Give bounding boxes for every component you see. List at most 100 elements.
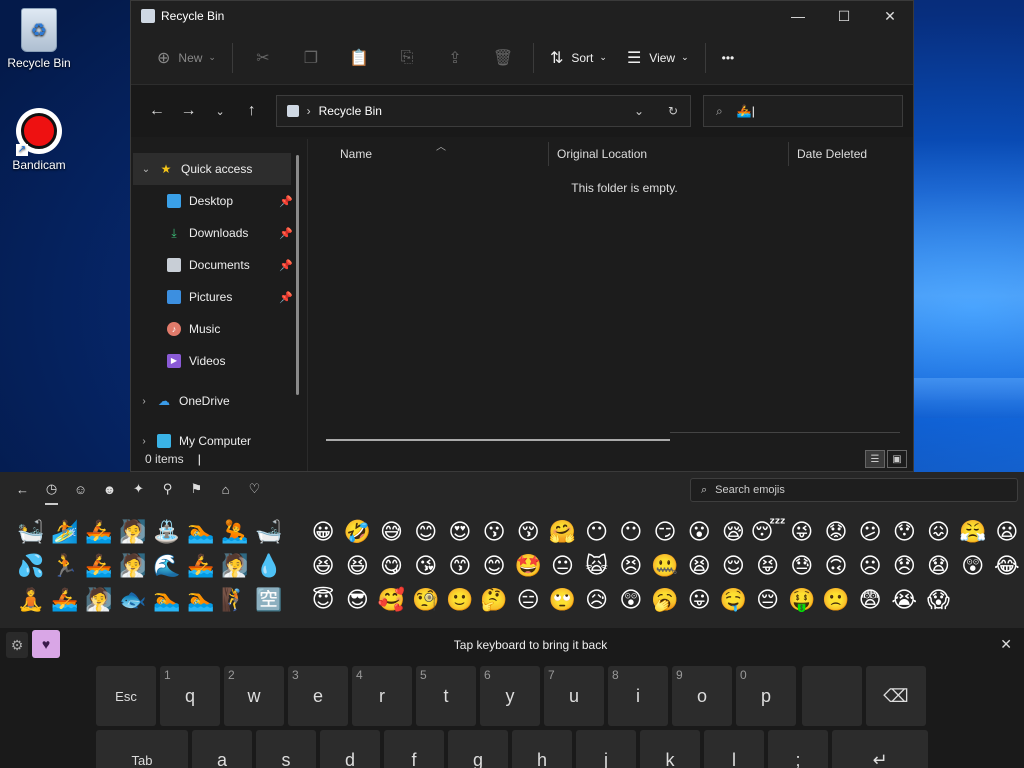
key-f[interactable]: f bbox=[384, 730, 444, 768]
emoji-item[interactable]: 😆 bbox=[306, 550, 340, 584]
emoji-item[interactable]: 😟 bbox=[819, 516, 853, 550]
emoji-item[interactable]: 😥 bbox=[580, 584, 614, 618]
emoji-item[interactable]: 😞 bbox=[887, 550, 921, 584]
emoji-item[interactable]: 😶 bbox=[580, 516, 614, 550]
emoji-item[interactable]: 😧 bbox=[921, 550, 955, 584]
emoji-item[interactable]: 🥱 bbox=[648, 584, 682, 618]
emoji-item[interactable]: 🙃 bbox=[819, 550, 853, 584]
search-input[interactable]: ⌕ 🚣 | bbox=[703, 95, 903, 127]
emoji-item[interactable]: 😫 bbox=[682, 550, 716, 584]
title-bar[interactable]: Recycle Bin — ☐ ✕ bbox=[131, 1, 913, 31]
key-o[interactable]: 9o bbox=[672, 666, 732, 726]
emoji-item[interactable]: 🈳 bbox=[252, 584, 286, 618]
emoji-item[interactable]: 😛 bbox=[682, 584, 716, 618]
emoji-item[interactable]: 😤 bbox=[956, 516, 990, 550]
view-button[interactable]: ☰ View ⌄ bbox=[617, 42, 699, 74]
emoji-item[interactable]: 😙 bbox=[443, 550, 477, 584]
key-h[interactable]: h bbox=[512, 730, 572, 768]
share-button[interactable]: ⇪ bbox=[431, 42, 479, 74]
key-semicolon[interactable]: ; bbox=[768, 730, 828, 768]
emoji-item[interactable]: 😊 bbox=[477, 550, 511, 584]
key-u[interactable]: 7u bbox=[544, 666, 604, 726]
emoji-item[interactable]: 😝 bbox=[750, 550, 784, 584]
back-button[interactable]: ← bbox=[141, 102, 173, 120]
rename-button[interactable]: ⎘ bbox=[383, 42, 431, 74]
breadcrumb-recycle-bin[interactable]: Recycle Bin bbox=[319, 104, 382, 118]
key-g[interactable]: g bbox=[448, 730, 508, 768]
horizontal-scrollbar[interactable] bbox=[326, 439, 670, 441]
paste-button[interactable]: 📋 bbox=[335, 42, 383, 74]
key-enter[interactable]: ↵ bbox=[832, 730, 928, 768]
nav-item-pictures[interactable]: Pictures 📌 bbox=[131, 281, 307, 313]
nav-item-desktop[interactable]: Desktop 📌 bbox=[131, 185, 307, 217]
emoji-item[interactable]: 🙂 bbox=[443, 584, 477, 618]
emoji-item[interactable]: 🧖 bbox=[116, 516, 150, 550]
emoji-item[interactable]: 🧘 bbox=[14, 584, 48, 618]
chevron-right-icon[interactable]: › bbox=[131, 436, 157, 447]
address-bar[interactable]: › Recycle Bin ⌄ ↻ bbox=[275, 95, 692, 127]
sort-button[interactable]: ⇅ Sort ⌄ bbox=[540, 42, 617, 74]
emoji-item[interactable]: 🚣 bbox=[82, 516, 116, 550]
emoji-item[interactable]: 🙀 bbox=[580, 550, 614, 584]
nav-item-onedrive[interactable]: › ☁ OneDrive bbox=[131, 385, 307, 417]
close-icon[interactable]: ✕ bbox=[1000, 636, 1012, 653]
chevron-right-icon[interactable]: › bbox=[131, 396, 157, 407]
nav-item-downloads[interactable]: ⤓ Downloads 📌 bbox=[131, 217, 307, 249]
key-i[interactable]: 8i bbox=[608, 666, 668, 726]
key-y[interactable]: 6y bbox=[480, 666, 540, 726]
key-k[interactable]: k bbox=[640, 730, 700, 768]
emoji-item[interactable]: 😊 bbox=[409, 516, 443, 550]
travel-icon[interactable]: ⚑ bbox=[182, 481, 211, 497]
desktop-icon-recycle-bin[interactable]: ♻ Recycle Bin bbox=[1, 8, 77, 70]
emoji-item[interactable]: 🏊 bbox=[184, 584, 218, 618]
key-d[interactable]: d bbox=[320, 730, 380, 768]
emoji-item[interactable]: 😚 bbox=[511, 516, 545, 550]
back-arrow-icon[interactable]: ← bbox=[8, 482, 37, 497]
emoji-item[interactable]: 😗 bbox=[477, 516, 511, 550]
column-header-name[interactable]: ︿ Name bbox=[308, 142, 548, 166]
heart-icon[interactable]: ♡ bbox=[240, 481, 269, 497]
emoji-item[interactable]: 😪 bbox=[716, 516, 750, 550]
delete-button[interactable]: 🗑 bbox=[479, 42, 527, 74]
celebration-icon[interactable]: ✦ bbox=[124, 481, 153, 497]
emoji-item[interactable]: 😶 bbox=[614, 516, 648, 550]
emoji-item[interactable]: 🤽 bbox=[218, 516, 252, 550]
objects-icon[interactable]: ⌂ bbox=[211, 482, 240, 497]
emoji-item[interactable]: ☹ bbox=[853, 550, 887, 584]
key-l[interactable]: l bbox=[704, 730, 764, 768]
emoji-item[interactable]: 🤩 bbox=[511, 550, 545, 584]
key-t[interactable]: 5t bbox=[416, 666, 476, 726]
minimize-button[interactable]: — bbox=[775, 1, 821, 31]
column-header-original-location[interactable]: Original Location bbox=[548, 142, 788, 166]
emoji-item[interactable]: 🥰 bbox=[374, 584, 408, 618]
emoji-item[interactable]: 😋 bbox=[374, 550, 408, 584]
recent-clock-icon[interactable]: ◷ bbox=[37, 481, 66, 505]
nav-item-music[interactable]: ♪ Music bbox=[131, 313, 307, 345]
copy-button[interactable]: ❐ bbox=[287, 42, 335, 74]
emoji-item[interactable]: 🛁 bbox=[252, 516, 286, 550]
large-icons-view-button[interactable]: ▣ bbox=[887, 450, 907, 468]
emoji-item[interactable]: 😆 bbox=[340, 550, 374, 584]
address-dropdown-button[interactable]: ⌄ bbox=[622, 104, 656, 118]
emoji-item[interactable]: 😀 bbox=[306, 516, 340, 550]
emoji-item[interactable]: 😌 bbox=[716, 550, 750, 584]
emoji-item[interactable]: 🤔 bbox=[477, 584, 511, 618]
emoji-item[interactable]: 🧖 bbox=[218, 550, 252, 584]
nav-item-videos[interactable]: ▶ Videos bbox=[131, 345, 307, 377]
up-button[interactable]: ↑ bbox=[236, 102, 268, 120]
nav-item-documents[interactable]: Documents 📌 bbox=[131, 249, 307, 281]
emoji-item[interactable]: 😨 bbox=[853, 584, 887, 618]
emoji-item[interactable]: 😓 bbox=[785, 550, 819, 584]
close-button[interactable]: ✕ bbox=[867, 1, 913, 31]
emoji-item[interactable]: 🧖 bbox=[116, 550, 150, 584]
emoji-item[interactable]: 🤑 bbox=[785, 584, 819, 618]
emoji-item[interactable]: 😭 bbox=[887, 584, 921, 618]
emoji-item[interactable]: 🌊 bbox=[150, 550, 184, 584]
maximize-button[interactable]: ☐ bbox=[821, 1, 867, 31]
key-q[interactable]: 1q bbox=[160, 666, 220, 726]
emoji-item[interactable]: 🤣 bbox=[340, 516, 374, 550]
emoji-item[interactable]: 😎 bbox=[340, 584, 374, 618]
key-j[interactable]: j bbox=[576, 730, 636, 768]
emoji-item[interactable]: 😑 bbox=[511, 584, 545, 618]
emoji-search-input[interactable]: ⌕ Search emojis bbox=[690, 478, 1018, 502]
